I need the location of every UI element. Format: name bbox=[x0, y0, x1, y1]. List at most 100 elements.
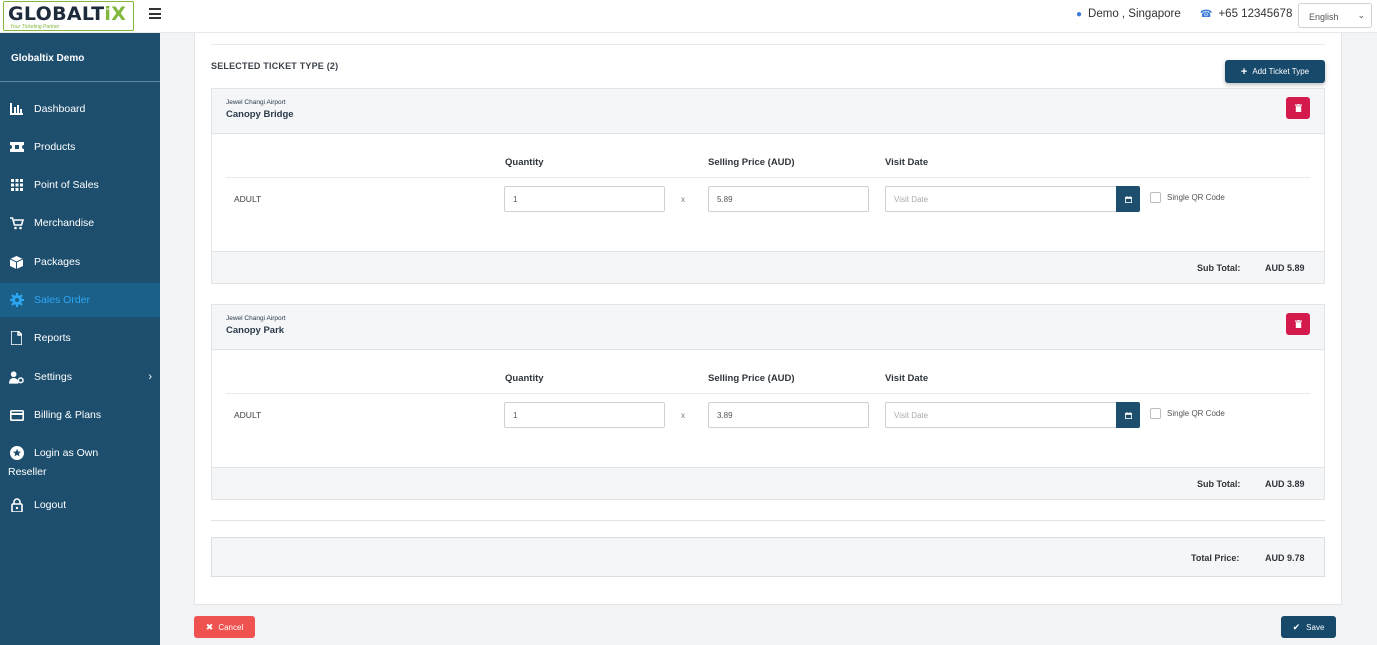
menu-toggle-icon[interactable] bbox=[149, 8, 161, 22]
sidebar-item-label: Point of Sales bbox=[34, 179, 99, 191]
divider bbox=[0, 81, 160, 82]
ticket-type-label: ADULT bbox=[234, 410, 262, 420]
sidebar-item-label: Dashboard bbox=[34, 103, 86, 115]
multiply-sign: x bbox=[681, 411, 685, 420]
sidebar-item-dashboard[interactable]: Dashboard bbox=[0, 92, 160, 126]
quantity-input[interactable]: 1 bbox=[504, 402, 665, 428]
sidebar-item-label: Sales Order bbox=[34, 294, 91, 306]
ticket-header: Jewel Changi Airport Canopy Bridge bbox=[212, 89, 1324, 134]
add-ticket-type-label: Add Ticket Type bbox=[1252, 67, 1310, 76]
sidebar-item-label: Products bbox=[34, 141, 76, 153]
sidebar-item-label: Reports bbox=[34, 332, 71, 344]
phone-contact: ☎ +65 12345678 bbox=[1200, 8, 1292, 20]
sidebar-item-products[interactable]: Products bbox=[0, 130, 160, 164]
chevron-down-icon: ⌄ bbox=[1357, 10, 1365, 20]
sidebar-item-reports[interactable]: Reports bbox=[0, 321, 160, 355]
file-icon bbox=[9, 331, 24, 346]
checkbox[interactable] bbox=[1150, 408, 1161, 419]
subtotal-label: Sub Total: bbox=[1197, 263, 1241, 273]
sidebar-item-logout[interactable]: Logout bbox=[0, 488, 160, 522]
visit-date-input[interactable]: Visit Date bbox=[885, 402, 1117, 428]
column-header-visit-date: Visit Date bbox=[885, 373, 929, 384]
total-price-box: Total Price: AUD 9.78 bbox=[211, 537, 1325, 577]
sidebar: Globaltix Demo Dashboard Products Point … bbox=[0, 33, 160, 645]
column-header-quantity: Quantity bbox=[505, 157, 544, 168]
sidebar-item-label: Settings bbox=[34, 371, 72, 383]
section-title: SELECTED TICKET TYPE (2) bbox=[211, 61, 339, 71]
selling-price-input[interactable]: 3.89 bbox=[708, 402, 869, 428]
divider bbox=[211, 520, 1325, 521]
logo-tagline: Your Ticketing Partner bbox=[10, 24, 60, 30]
sidebar-brand: Globaltix Demo bbox=[11, 53, 85, 64]
cart-icon bbox=[9, 216, 24, 231]
sidebar-item-label: Billing & Plans bbox=[34, 409, 102, 421]
calendar-button[interactable] bbox=[1116, 402, 1140, 428]
sidebar-item-label: Login as Own bbox=[34, 447, 99, 459]
cancel-button[interactable]: ✖ Cancel bbox=[194, 616, 255, 638]
sidebar-item-merchandise[interactable]: Merchandise bbox=[0, 206, 160, 240]
subtotal-value: AUD 3.89 bbox=[1265, 479, 1305, 489]
sidebar-item-settings[interactable]: Settings › bbox=[0, 360, 160, 394]
ticket-card: Jewel Changi Airport Canopy Bridge Quant… bbox=[211, 88, 1325, 284]
ticket-name: Canopy Park bbox=[226, 325, 285, 336]
sidebar-item-billing[interactable]: Billing & Plans bbox=[0, 398, 160, 432]
calendar-icon bbox=[1124, 195, 1132, 203]
check-icon: ✔ bbox=[1292, 621, 1301, 632]
lock-icon bbox=[9, 498, 24, 513]
ticket-footer: Sub Total: AUD 3.89 bbox=[212, 467, 1324, 499]
save-button[interactable]: ✔ Save bbox=[1281, 616, 1336, 638]
sidebar-item-point-of-sales[interactable]: Point of Sales bbox=[0, 168, 160, 202]
visit-date-input[interactable]: Visit Date bbox=[885, 186, 1117, 212]
ticket-footer: Sub Total: AUD 5.89 bbox=[212, 251, 1324, 283]
star-circle-icon bbox=[9, 446, 24, 461]
user-account[interactable]: ● Demo , Singapore bbox=[1076, 8, 1181, 20]
sidebar-item-sales-order[interactable]: Sales Order bbox=[0, 283, 160, 317]
trash-icon bbox=[1294, 320, 1302, 328]
phone-icon: ☎ bbox=[1200, 8, 1213, 20]
ticket-icon bbox=[9, 140, 24, 155]
sidebar-item-label: Merchandise bbox=[34, 217, 95, 229]
divider bbox=[211, 44, 1325, 45]
trash-icon bbox=[1294, 104, 1302, 112]
single-qr-label: Single QR Code bbox=[1167, 409, 1225, 418]
plus-icon: + bbox=[1240, 65, 1248, 78]
grid-icon bbox=[9, 178, 24, 193]
user-name: Demo , Singapore bbox=[1088, 8, 1181, 20]
ticket-name: Canopy Bridge bbox=[226, 109, 294, 120]
box-icon bbox=[9, 255, 24, 270]
language-select[interactable]: English ⌄ bbox=[1298, 3, 1372, 28]
sidebar-item-packages[interactable]: Packages bbox=[0, 245, 160, 279]
single-qr-checkbox[interactable]: Single QR Code bbox=[1150, 408, 1225, 419]
divider bbox=[226, 177, 1310, 178]
multiply-sign: x bbox=[681, 195, 685, 204]
sidebar-item-label-continued[interactable]: Reseller bbox=[8, 466, 47, 478]
calendar-icon bbox=[1124, 411, 1132, 419]
column-header-quantity: Quantity bbox=[505, 373, 544, 384]
add-ticket-type-button[interactable]: + Add Ticket Type bbox=[1225, 60, 1325, 83]
logo-text: GLOBALT bbox=[8, 3, 105, 25]
sidebar-item-label: Logout bbox=[34, 499, 67, 511]
checkbox[interactable] bbox=[1150, 192, 1161, 203]
column-header-price: Selling Price (AUD) bbox=[708, 373, 795, 384]
top-bar: GLOBALTiX Your Ticketing Partner ● Demo … bbox=[0, 0, 1377, 33]
delete-ticket-button[interactable] bbox=[1286, 97, 1310, 119]
sidebar-item-label: Packages bbox=[34, 256, 81, 268]
subtotal-value: AUD 5.89 bbox=[1265, 263, 1305, 273]
single-qr-label: Single QR Code bbox=[1167, 193, 1225, 202]
close-icon: ✖ bbox=[205, 621, 214, 632]
quantity-input[interactable]: 1 bbox=[504, 186, 665, 212]
delete-ticket-button[interactable] bbox=[1286, 313, 1310, 335]
save-label: Save bbox=[1306, 622, 1325, 632]
column-header-visit-date: Visit Date bbox=[885, 157, 929, 168]
globaltix-logo[interactable]: GLOBALTiX Your Ticketing Partner bbox=[3, 1, 134, 31]
single-qr-checkbox[interactable]: Single QR Code bbox=[1150, 192, 1225, 203]
subtotal-label: Sub Total: bbox=[1197, 479, 1241, 489]
logo-text-accent: iX bbox=[104, 3, 127, 25]
sidebar-item-login-as-own[interactable]: Login as Own bbox=[0, 436, 160, 470]
chevron-right-icon: › bbox=[148, 371, 152, 383]
column-header-price: Selling Price (AUD) bbox=[708, 157, 795, 168]
selling-price-input[interactable]: 5.89 bbox=[708, 186, 869, 212]
calendar-button[interactable] bbox=[1116, 186, 1140, 212]
language-value: English bbox=[1309, 12, 1339, 22]
credit-card-icon bbox=[9, 408, 24, 423]
